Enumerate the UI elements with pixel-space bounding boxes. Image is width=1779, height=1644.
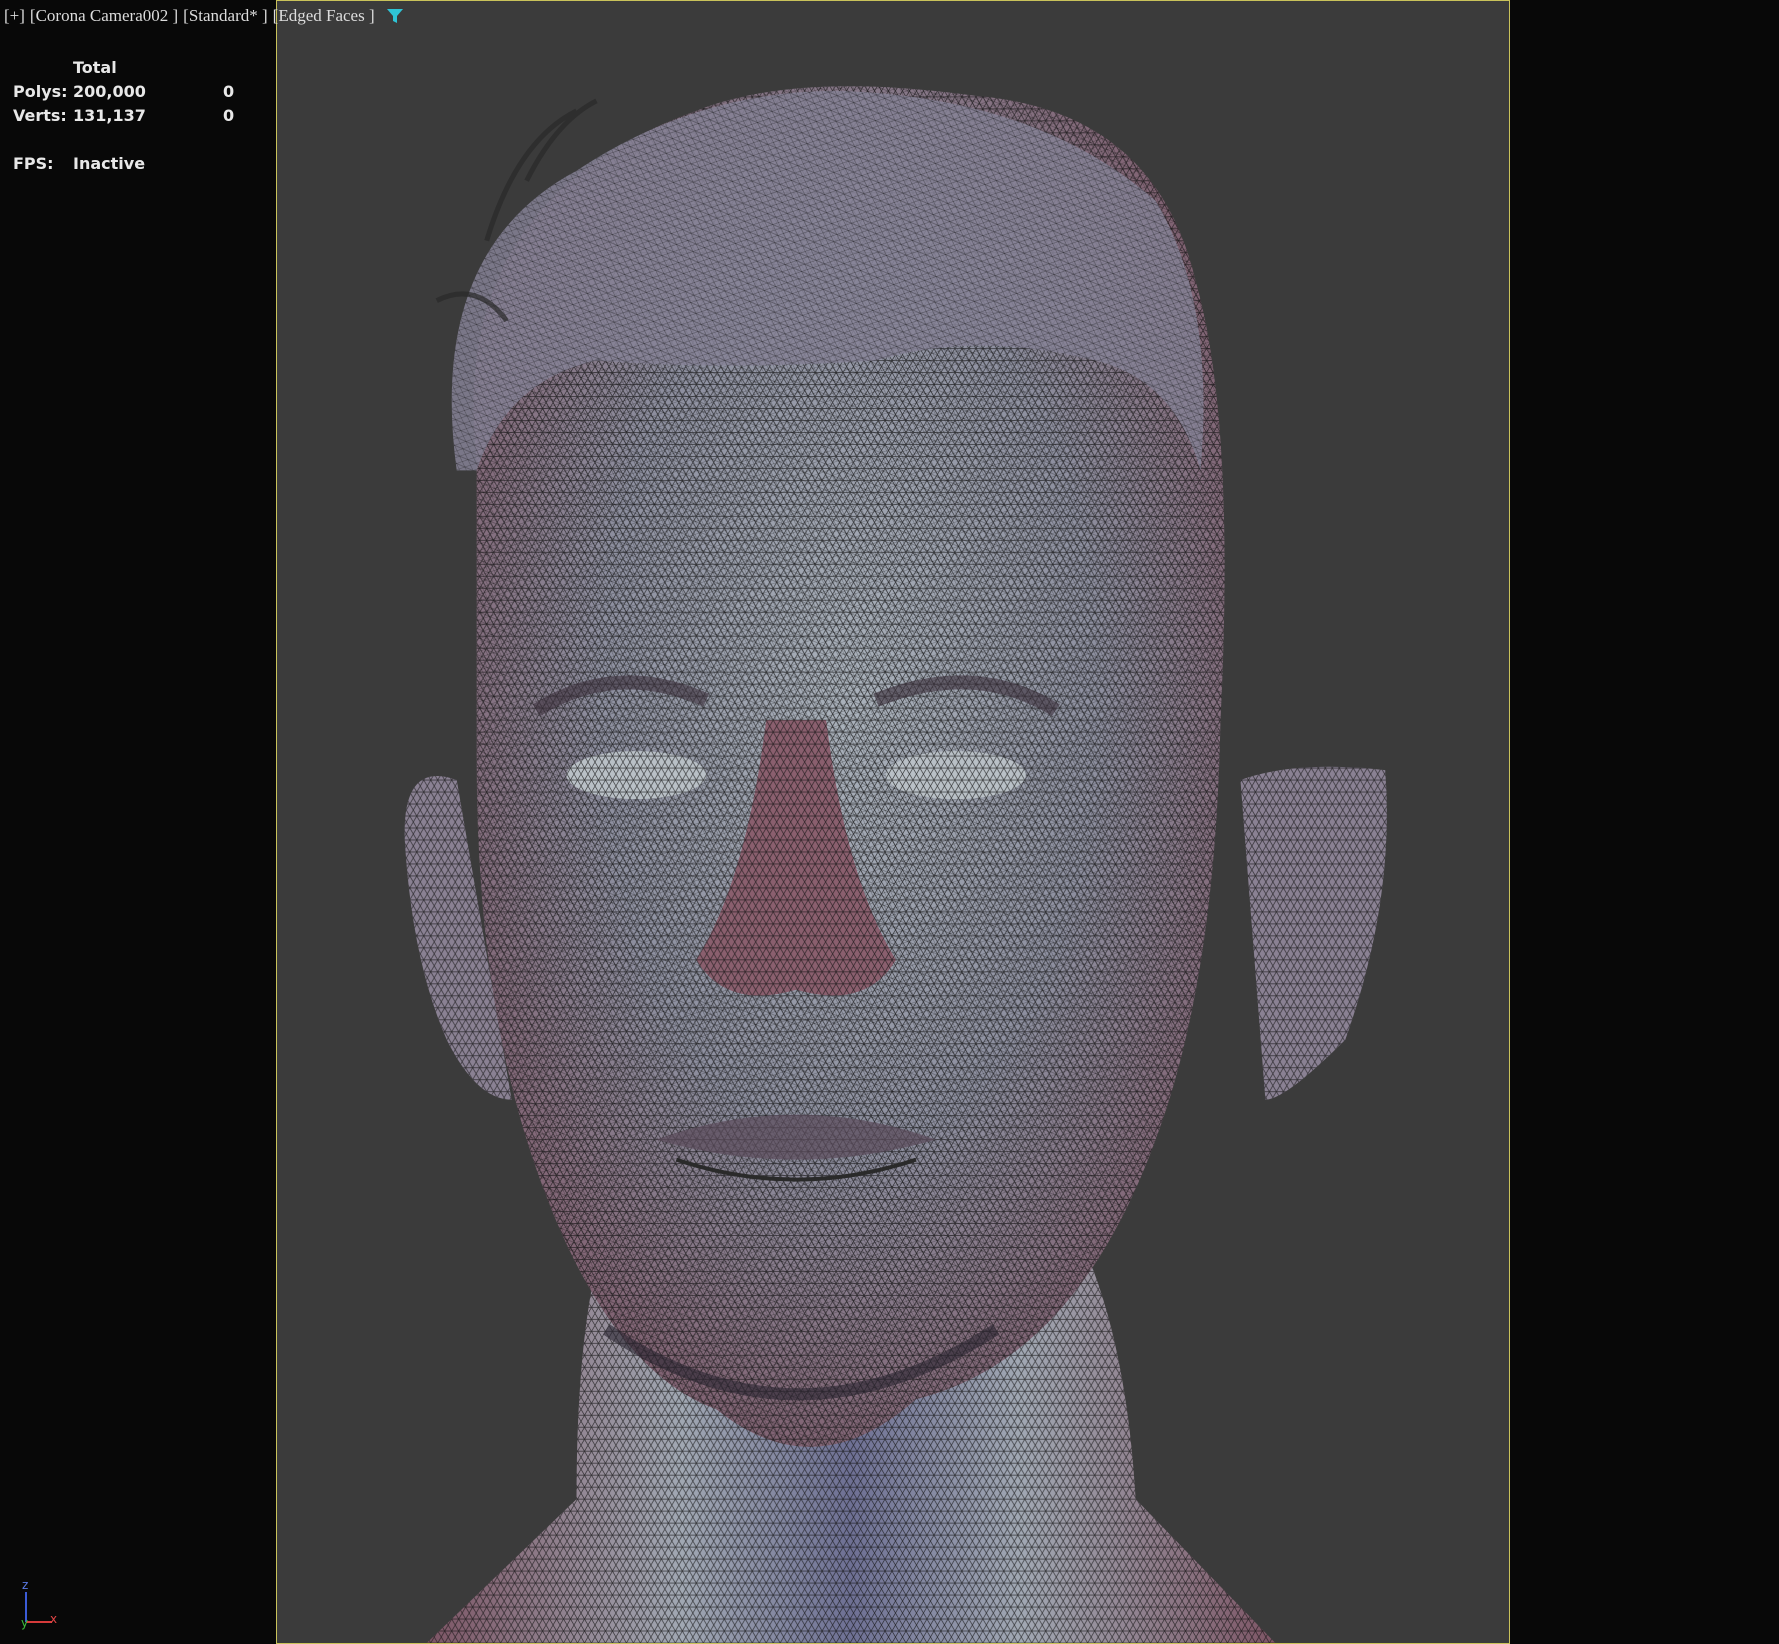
- shading-mode-selector[interactable]: [Edged Faces ]: [273, 6, 375, 26]
- verts-label: Verts:: [13, 106, 67, 125]
- axis-gizmo: z y x: [18, 1578, 62, 1630]
- viewport-label-bar: [+] [Corona Camera002 ] [Standard* ] [Ed…: [4, 6, 404, 26]
- viewport-menu-button[interactable]: [+]: [4, 6, 25, 26]
- axis-z-label: z: [22, 1578, 29, 1592]
- verts-total: 131,137: [73, 106, 146, 125]
- verts-selected: 0: [223, 106, 235, 125]
- axis-y-label: y: [21, 1616, 29, 1630]
- polys-selected: 0: [223, 82, 235, 101]
- camera-selector[interactable]: [Corona Camera002 ]: [30, 6, 178, 26]
- filter-icon[interactable]: [386, 7, 404, 25]
- statistics-overlay: Total Polys: 200,000 0 Verts: 131,137 0 …: [13, 56, 243, 176]
- fps-value: Inactive: [73, 154, 146, 173]
- head-mesh-render: [404, 86, 1387, 1643]
- axis-x-label: x: [50, 1612, 58, 1626]
- viewport-preset-selector[interactable]: [Standard* ]: [183, 6, 268, 26]
- polys-total: 200,000: [73, 82, 146, 101]
- polys-label: Polys:: [13, 82, 68, 101]
- camera-viewport[interactable]: [276, 0, 1510, 1644]
- fps-label: FPS:: [13, 154, 54, 173]
- stats-header: Total: [73, 58, 117, 77]
